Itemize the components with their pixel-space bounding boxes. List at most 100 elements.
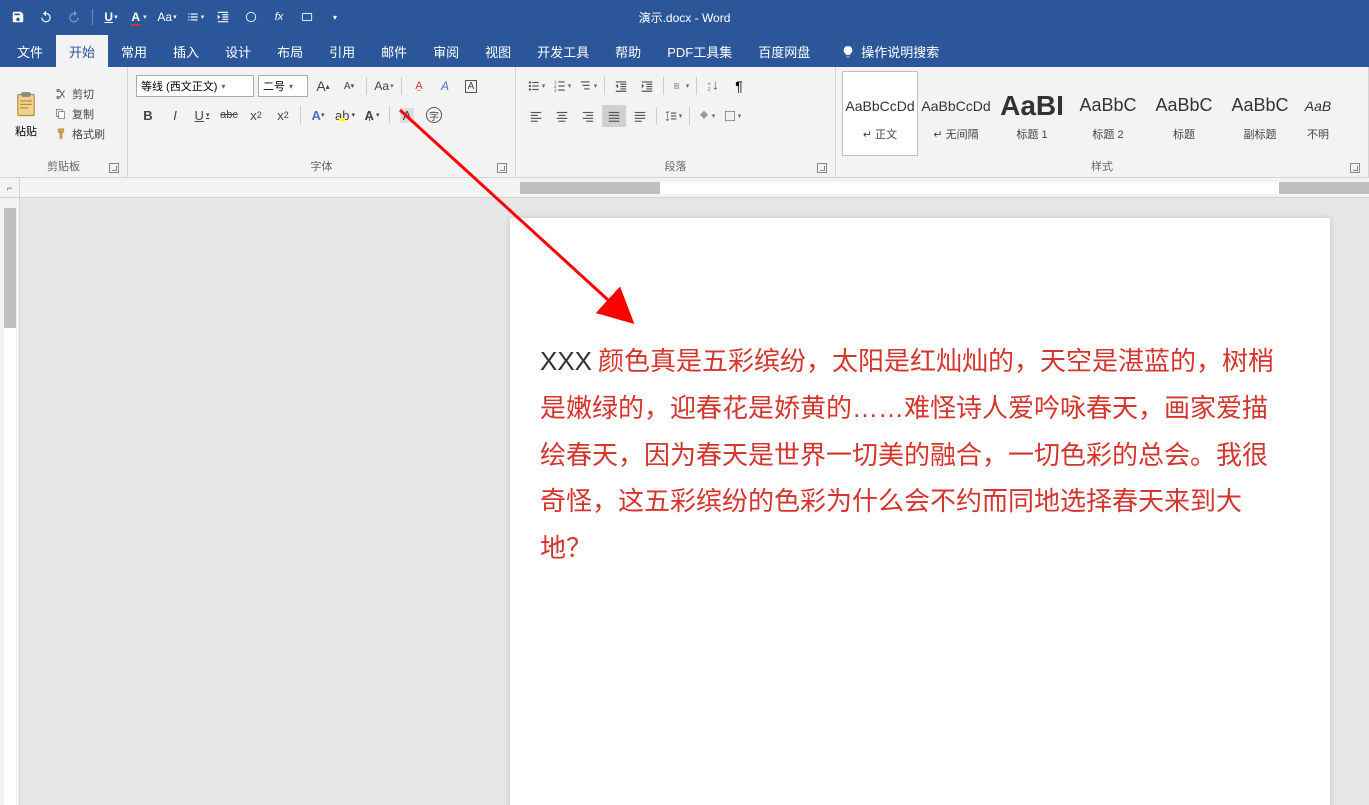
font-color-button[interactable]: A▾ bbox=[360, 103, 384, 127]
doc-prefix: XXX bbox=[540, 346, 592, 376]
tab-developer[interactable]: 开发工具 bbox=[524, 35, 602, 67]
style-subtitle[interactable]: AaBbC副标题 bbox=[1222, 71, 1298, 156]
tab-home[interactable]: 开始 bbox=[56, 35, 108, 67]
tell-me-search[interactable]: 操作说明搜索 bbox=[831, 36, 949, 67]
scissors-icon bbox=[54, 87, 68, 101]
style-title[interactable]: AaBbC标题 bbox=[1146, 71, 1222, 156]
superscript-button[interactable]: x2 bbox=[271, 103, 295, 127]
ribbon-tabs: 文件 开始 常用 插入 设计 布局 引用 邮件 审阅 视图 开发工具 帮助 PD… bbox=[0, 34, 1369, 67]
lightbulb-icon bbox=[841, 45, 855, 59]
qat-case-icon[interactable]: Aa▾ bbox=[155, 5, 179, 29]
grow-font-button[interactable]: A▴ bbox=[312, 75, 334, 97]
group-clipboard: 粘贴 剪切 复制 格式刷 剪贴板 bbox=[0, 67, 128, 177]
tab-mailings[interactable]: 邮件 bbox=[368, 35, 420, 67]
font-dialog-launcher[interactable] bbox=[497, 163, 507, 173]
paragraph-dialog-launcher[interactable] bbox=[817, 163, 827, 173]
qat-font-color-icon[interactable]: A▾ bbox=[127, 5, 151, 29]
style-heading2[interactable]: AaBbC标题 2 bbox=[1070, 71, 1146, 156]
tab-insert[interactable]: 插入 bbox=[160, 35, 212, 67]
group-label-font: 字体 bbox=[134, 156, 509, 175]
align-justify-button[interactable] bbox=[602, 105, 626, 127]
align-right-button[interactable] bbox=[576, 105, 600, 127]
svg-text:☒: ☒ bbox=[673, 82, 679, 90]
shrink-font-button[interactable]: A▾ bbox=[338, 75, 360, 97]
svg-text:3: 3 bbox=[554, 88, 557, 93]
cut-button[interactable]: 剪切 bbox=[50, 84, 109, 104]
group-paragraph: ▾ 123▾ ▾ ☒▾ AZ ¶ ▾ ▾ bbox=[516, 67, 836, 177]
paste-label: 粘贴 bbox=[15, 123, 37, 139]
tab-review[interactable]: 审阅 bbox=[420, 35, 472, 67]
phonetic-guide-button[interactable]: A̤ bbox=[408, 75, 430, 97]
italic-button[interactable]: I bbox=[163, 103, 187, 127]
show-marks-button[interactable]: ¶ bbox=[727, 75, 751, 97]
underline-button[interactable]: U▾ bbox=[190, 103, 214, 127]
font-name-combo[interactable]: 等线 (西文正文)▾ bbox=[136, 75, 254, 97]
sort-button[interactable]: AZ bbox=[701, 75, 725, 97]
qat-circle-icon[interactable] bbox=[239, 5, 263, 29]
qat-indent-icon[interactable] bbox=[211, 5, 235, 29]
text-effects-button[interactable]: A▾ bbox=[306, 103, 330, 127]
asian-layout-button[interactable]: ☒▾ bbox=[668, 75, 692, 97]
highlight-button[interactable]: ab▾ bbox=[333, 103, 357, 127]
group-font: 等线 (西文正文)▾ 二号▾ A▴ A▾ Aa▾ A̤ A A B I U▾ a… bbox=[128, 67, 516, 177]
tab-file[interactable]: 文件 bbox=[4, 35, 56, 67]
line-spacing-button[interactable]: ▾ bbox=[661, 105, 685, 127]
decrease-indent-button[interactable] bbox=[609, 75, 633, 97]
tab-references[interactable]: 引用 bbox=[316, 35, 368, 67]
style-normal[interactable]: AaBbCcDd↵ 正文 bbox=[842, 71, 918, 156]
bullets-button[interactable]: ▾ bbox=[524, 75, 548, 97]
style-unknown[interactable]: AaB不明 bbox=[1298, 71, 1338, 156]
redo-icon[interactable] bbox=[62, 5, 86, 29]
tab-help[interactable]: 帮助 bbox=[602, 35, 654, 67]
bold-button[interactable]: B bbox=[136, 103, 160, 127]
style-heading1[interactable]: AaBI标题 1 bbox=[994, 71, 1070, 156]
font-size-combo[interactable]: 二号▾ bbox=[258, 75, 308, 97]
group-label-clipboard: 剪贴板 bbox=[6, 156, 121, 175]
paste-button[interactable]: 粘贴 bbox=[6, 71, 46, 156]
page: XXX颜色真是五彩缤纷，太阳是红灿灿的，天空是湛蓝的，树梢是嫩绿的，迎春花是娇黄… bbox=[510, 218, 1330, 805]
qat-customize-icon[interactable]: ▾ bbox=[323, 5, 347, 29]
document-canvas[interactable]: XXX颜色真是五彩缤纷，太阳是红灿灿的，天空是湛蓝的，树梢是嫩绿的，迎春花是娇黄… bbox=[20, 198, 1369, 805]
tab-baidu[interactable]: 百度网盘 bbox=[745, 35, 823, 67]
char-shading-button[interactable]: A bbox=[395, 103, 419, 127]
tab-design[interactable]: 设计 bbox=[212, 35, 264, 67]
qat-list-icon[interactable]: ▾ bbox=[183, 5, 207, 29]
clear-format-button[interactable]: A bbox=[434, 75, 456, 97]
qat-screenshot-icon[interactable] bbox=[295, 5, 319, 29]
copy-button[interactable]: 复制 bbox=[50, 104, 109, 124]
borders-button[interactable]: ▾ bbox=[720, 105, 744, 127]
format-painter-button[interactable]: 格式刷 bbox=[50, 124, 109, 144]
svg-text:A: A bbox=[708, 81, 712, 86]
group-label-paragraph: 段落 bbox=[522, 156, 829, 175]
ruler-corner[interactable]: ⌐ bbox=[0, 178, 20, 198]
qat-fx-icon[interactable]: fx bbox=[267, 5, 291, 29]
tab-layout[interactable]: 布局 bbox=[264, 35, 316, 67]
align-left-button[interactable] bbox=[524, 105, 548, 127]
style-no-spacing[interactable]: AaBbCcDd↵ 无间隔 bbox=[918, 71, 994, 156]
increase-indent-button[interactable] bbox=[635, 75, 659, 97]
char-border-button[interactable]: A bbox=[460, 75, 482, 97]
numbering-button[interactable]: 123▾ bbox=[550, 75, 574, 97]
change-case-button[interactable]: Aa▾ bbox=[373, 75, 395, 97]
align-center-button[interactable] bbox=[550, 105, 574, 127]
enclose-char-button[interactable]: 字 bbox=[422, 103, 446, 127]
qat-underline-icon[interactable]: U▾ bbox=[99, 5, 123, 29]
tab-view[interactable]: 视图 bbox=[472, 35, 524, 67]
multilevel-button[interactable]: ▾ bbox=[576, 75, 600, 97]
save-icon[interactable] bbox=[6, 5, 30, 29]
align-distributed-button[interactable] bbox=[628, 105, 652, 127]
brush-icon bbox=[54, 127, 68, 141]
tab-pdf[interactable]: PDF工具集 bbox=[654, 35, 745, 67]
clipboard-dialog-launcher[interactable] bbox=[109, 163, 119, 173]
title-bar: U▾ A▾ Aa▾ ▾ fx ▾ 演示.docx - Word bbox=[0, 0, 1369, 34]
copy-icon bbox=[54, 107, 68, 121]
strike-button[interactable]: abc bbox=[217, 103, 241, 127]
styles-dialog-launcher[interactable] bbox=[1350, 163, 1360, 173]
document-body-text[interactable]: XXX颜色真是五彩缤纷，太阳是红灿灿的，天空是湛蓝的，树梢是嫩绿的，迎春花是娇黄… bbox=[540, 338, 1280, 572]
tab-common[interactable]: 常用 bbox=[108, 35, 160, 67]
subscript-button[interactable]: x2 bbox=[244, 103, 268, 127]
undo-icon[interactable] bbox=[34, 5, 58, 29]
group-label-styles: 样式 bbox=[842, 156, 1362, 175]
shading-button[interactable]: ▾ bbox=[694, 105, 718, 127]
vertical-ruler[interactable] bbox=[0, 178, 20, 805]
